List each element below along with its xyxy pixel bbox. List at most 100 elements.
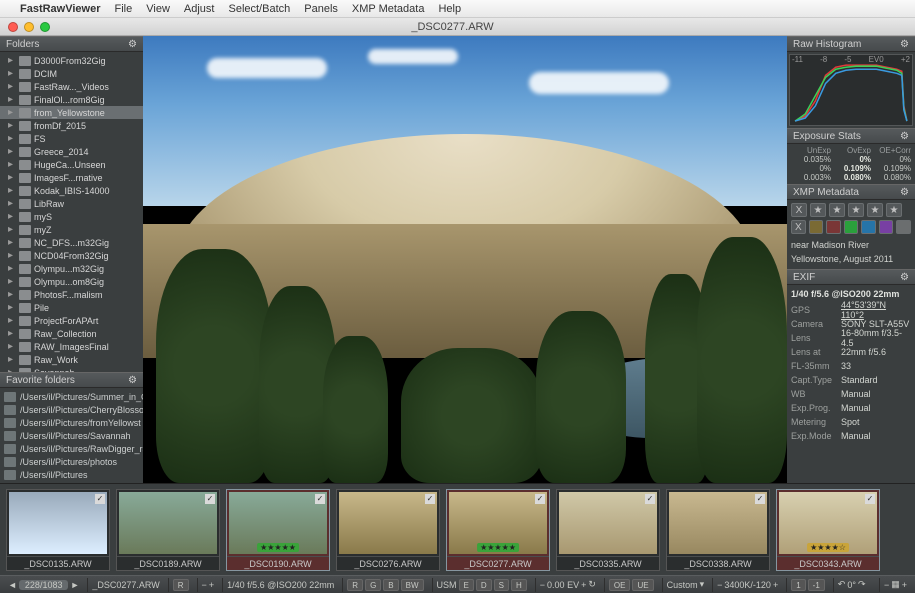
folder-item[interactable]: ▸FastRaw..._Videos	[0, 80, 143, 93]
disclosure-triangle-icon[interactable]: ▸	[8, 198, 16, 209]
ev-reset-button[interactable]: ↻	[588, 579, 596, 590]
exposure-stats-header[interactable]: Exposure Stats ⚙	[787, 128, 915, 144]
wb-minus-button[interactable]: −	[717, 580, 722, 590]
favorite-item[interactable]: /Users/il/Pictures/RawDigger_ra	[0, 442, 143, 455]
usm-h-button[interactable]: H	[511, 579, 527, 591]
folders-tree[interactable]: ▸D3000From32Gig▸DCIM▸FastRaw..._Videos▸F…	[0, 52, 143, 372]
folder-item[interactable]: ▸Kodak_IBIS-14000	[0, 184, 143, 197]
disclosure-triangle-icon[interactable]: ▸	[8, 146, 16, 157]
folders-gear-icon[interactable]: ⚙	[128, 39, 137, 50]
favorites-list[interactable]: /Users/il/Pictures/Summer_in_C/Users/il/…	[0, 388, 143, 483]
channel-g-button[interactable]: G	[365, 579, 381, 591]
disclosure-triangle-icon[interactable]: ▸	[8, 289, 16, 300]
folder-item[interactable]: ▸fromDf_2015	[0, 119, 143, 132]
wb-dropdown-icon[interactable]: ▾	[700, 579, 705, 590]
thumb-size-minus-button[interactable]: −	[884, 580, 889, 590]
ev-plus-button[interactable]: +	[581, 580, 586, 590]
rating-clear-button[interactable]: X	[791, 203, 807, 217]
menu-help[interactable]: Help	[438, 3, 461, 15]
rotate-right-button[interactable]: ↷	[858, 579, 866, 590]
folder-item[interactable]: ▸Raw_Collection	[0, 327, 143, 340]
menu-view[interactable]: View	[146, 3, 170, 15]
thumbnail[interactable]: ✓★★★★☆_DSC0343.ARW	[776, 489, 880, 571]
filmstrip[interactable]: ✓_DSC0135.ARW✓_DSC0189.ARW✓★★★★★_DSC0190…	[0, 483, 915, 575]
disclosure-triangle-icon[interactable]: ▸	[8, 250, 16, 261]
histogram-panel-header[interactable]: Raw Histogram ⚙	[787, 36, 915, 52]
zoom-in-button[interactable]: +	[209, 580, 214, 590]
menu-select-batch[interactable]: Select/Batch	[228, 3, 290, 15]
xmp-color-label-row[interactable]: X	[791, 220, 911, 234]
thumbnail[interactable]: ✓_DSC0338.ARW	[666, 489, 770, 571]
next-image-button[interactable]: ►	[70, 580, 79, 590]
folder-item[interactable]: ▸Olympu...m32Gig	[0, 262, 143, 275]
thumbnail-checkbox[interactable]: ✓	[95, 494, 105, 504]
color-label-clear-button[interactable]: X	[791, 220, 806, 234]
disclosure-triangle-icon[interactable]: ▸	[8, 159, 16, 170]
folder-item[interactable]: ▸Greece_2014	[0, 145, 143, 158]
usm-d-button[interactable]: D	[476, 579, 492, 591]
folder-item[interactable]: ▸Raw_Work	[0, 353, 143, 366]
mode-raw-button[interactable]: R	[173, 579, 189, 591]
color-label-button[interactable]	[809, 220, 824, 234]
disclosure-triangle-icon[interactable]: ▸	[8, 276, 16, 287]
exif-value[interactable]: 44°53'39"N 110°2	[841, 300, 911, 320]
disclosure-triangle-icon[interactable]: ▸	[8, 263, 16, 274]
rating-star-button[interactable]: ★	[829, 203, 845, 217]
rating-star-button[interactable]: ★	[810, 203, 826, 217]
menu-xmp-metadata[interactable]: XMP Metadata	[352, 3, 425, 15]
disclosure-triangle-icon[interactable]: ▸	[8, 341, 16, 352]
disclosure-triangle-icon[interactable]: ▸	[8, 328, 16, 339]
folder-item[interactable]: ▸ImagesF...rnative	[0, 171, 143, 184]
disclosure-triangle-icon[interactable]: ▸	[8, 172, 16, 183]
window-close-button[interactable]	[8, 22, 18, 32]
thumbnail[interactable]: ✓_DSC0276.ARW	[336, 489, 440, 571]
app-menu[interactable]: FastRawViewer	[20, 3, 101, 15]
disclosure-triangle-icon[interactable]: ▸	[8, 237, 16, 248]
thumbnail-checkbox[interactable]: ✓	[425, 494, 435, 504]
folder-item[interactable]: ▸PhotosF...malism	[0, 288, 143, 301]
disclosure-triangle-icon[interactable]: ▸	[8, 81, 16, 92]
rating-star-button[interactable]: ★	[886, 203, 902, 217]
folder-item[interactable]: ▸myS	[0, 210, 143, 223]
rating-star-button[interactable]: ★	[848, 203, 864, 217]
menu-file[interactable]: File	[115, 3, 133, 15]
folder-item[interactable]: ▸Olympu...om8Gig	[0, 275, 143, 288]
thumbnail[interactable]: ✓_DSC0135.ARW	[6, 489, 110, 571]
ev-minus-button[interactable]: −	[540, 580, 545, 590]
menu-panels[interactable]: Panels	[304, 3, 338, 15]
xmp-gear-icon[interactable]: ⚙	[900, 187, 909, 198]
disclosure-triangle-icon[interactable]: ▸	[8, 354, 16, 365]
thumb-grid-icon[interactable]: ▦	[891, 579, 900, 590]
color-label-button[interactable]	[879, 220, 894, 234]
rotate-left-button[interactable]: ↶	[838, 579, 846, 590]
color-label-button[interactable]	[844, 220, 859, 234]
folders-panel-header[interactable]: Folders ⚙	[0, 36, 143, 52]
folder-item[interactable]: ▸ProjectForAPArt	[0, 314, 143, 327]
thumbnail-checkbox[interactable]: ✓	[645, 494, 655, 504]
favorite-item[interactable]: /Users/il/Pictures/photos	[0, 455, 143, 468]
disclosure-triangle-icon[interactable]: ▸	[8, 224, 16, 235]
histogram-gear-icon[interactable]: ⚙	[900, 39, 909, 50]
xmp-panel-header[interactable]: XMP Metadata ⚙	[787, 184, 915, 200]
favorite-item[interactable]: /Users/il/Pictures/fromYellowst	[0, 416, 143, 429]
xmp-rating-row[interactable]: X★★★★★	[791, 203, 911, 217]
exif-gear-icon[interactable]: ⚙	[900, 272, 909, 283]
disclosure-triangle-icon[interactable]: ▸	[8, 315, 16, 326]
folder-item[interactable]: ▸D3000From32Gig	[0, 54, 143, 67]
folder-item[interactable]: ▸RAW_ImagesFinal	[0, 340, 143, 353]
folder-item[interactable]: ▸LibRaw	[0, 197, 143, 210]
folder-item[interactable]: ▸HugeCa...Unseen	[0, 158, 143, 171]
thumbnail-checkbox[interactable]: ✓	[535, 494, 545, 504]
channel-bw-button[interactable]: BW	[401, 579, 424, 591]
favorite-item[interactable]: /Users/il/Pictures/CherryBlosso	[0, 403, 143, 416]
thumbnail[interactable]: ✓★★★★★_DSC0277.ARW	[446, 489, 550, 571]
wb-plus-button[interactable]: +	[773, 580, 778, 590]
flag-neg1-button[interactable]: -1	[808, 579, 825, 591]
disclosure-triangle-icon[interactable]: ▸	[8, 120, 16, 131]
folder-item[interactable]: ▸myZ	[0, 223, 143, 236]
disclosure-triangle-icon[interactable]: ▸	[8, 185, 16, 196]
folder-item[interactable]: ▸FinalOl...rom8Gig	[0, 93, 143, 106]
folder-item[interactable]: ▸DCIM	[0, 67, 143, 80]
color-label-button[interactable]	[861, 220, 876, 234]
thumbnail-checkbox[interactable]: ✓	[315, 494, 325, 504]
